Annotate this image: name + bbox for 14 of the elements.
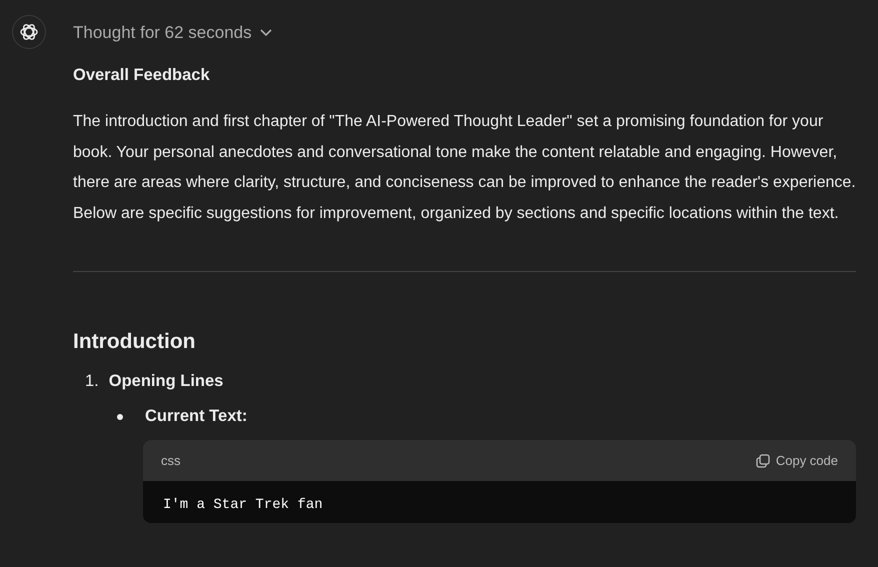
code-text: I'm a Star Trek fan — [163, 497, 323, 513]
chevron-down-icon — [260, 29, 272, 37]
section-title: Introduction — [73, 330, 196, 354]
feedback-paragraph: The introduction and first chapter of "The AI-Powered Thought Leader" set a promising foundation for your book. Your personal anecdotes and conversational tone make the content relatable and engaging. However, there are areas where clarity, structure, and conciseness can be improved to enhance the reader's experience. Below are specific suggestions for improvement, organized by sections and specific locations within the text. — [73, 112, 856, 224]
copy-code-button[interactable]: Copy code — [756, 453, 838, 468]
bullet-icon — [117, 414, 123, 420]
thought-toggle[interactable]: Thought for 62 seconds — [73, 23, 272, 43]
copy-icon — [756, 454, 770, 468]
bullet-label: Current Text: — [145, 407, 248, 426]
assistant-avatar-icon — [12, 15, 46, 49]
section-heading: Overall Feedback — [73, 66, 211, 85]
code-language: css — [161, 453, 180, 468]
list-item-title: Opening Lines — [108, 372, 224, 391]
list-number: 1. — [85, 372, 99, 391]
